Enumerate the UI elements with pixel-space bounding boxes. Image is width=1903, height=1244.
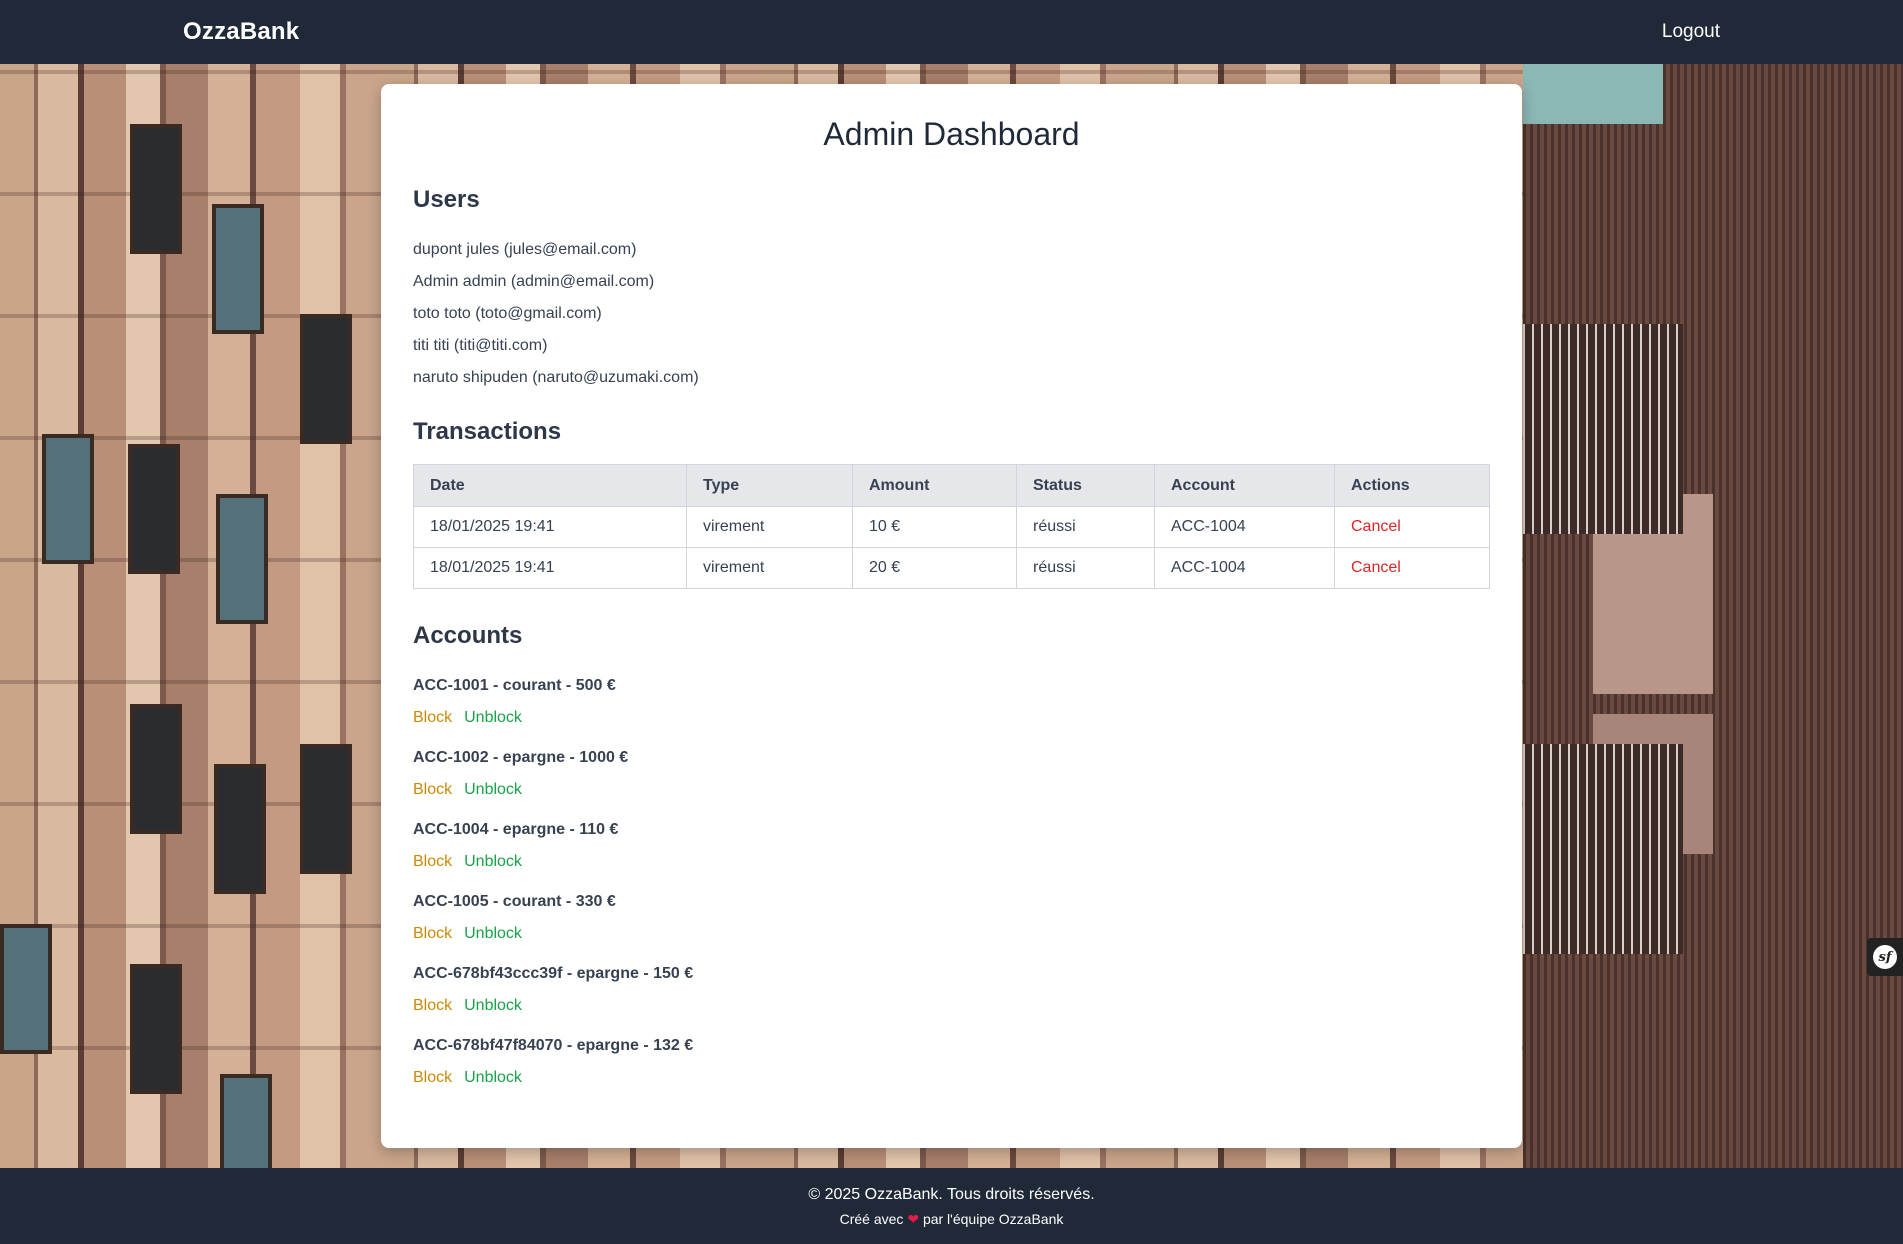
symfony-icon: sf <box>1873 945 1897 969</box>
user-list: dupont jules (jules@email.com) Admin adm… <box>413 234 699 394</box>
cell-date: 18/01/2025 19:41 <box>413 506 687 548</box>
cell-account: ACC-1004 <box>1154 506 1335 548</box>
account-item: ACC-1001 - courant - 500 € Block Unblock <box>413 670 693 742</box>
page-title: Admin Dashboard <box>823 116 1080 152</box>
symfony-toolbar-toggle[interactable]: sf <box>1867 938 1903 976</box>
cell-status: réussi <box>1016 547 1155 589</box>
brand-logo[interactable]: OzzaBank <box>183 18 299 46</box>
unblock-account-link[interactable]: Unblock <box>464 853 522 870</box>
accounts-heading: Accounts <box>413 622 523 649</box>
top-navbar: OzzaBank Logout <box>0 0 1903 64</box>
cell-amount: 20 € <box>852 547 1017 589</box>
column-header-date: Date <box>413 464 687 507</box>
block-account-link[interactable]: Block <box>413 925 452 942</box>
footer-credit-prefix: Créé avec <box>839 1211 904 1227</box>
column-header-actions: Actions <box>1334 464 1490 507</box>
table-row: 18/01/2025 19:41 virement 10 € réussi AC… <box>413 506 1490 548</box>
page-footer: © 2025 OzzaBank. Tous droits réservés. C… <box>0 1168 1903 1244</box>
account-item: ACC-1005 - courant - 330 € Block Unblock <box>413 886 693 958</box>
cell-actions: Cancel <box>1334 506 1490 548</box>
cell-type: virement <box>686 547 853 589</box>
users-heading: Users <box>413 186 480 213</box>
logout-link[interactable]: Logout <box>1662 21 1720 43</box>
transactions-heading: Transactions <box>413 418 562 445</box>
column-header-amount: Amount <box>852 464 1017 507</box>
cell-account: ACC-1004 <box>1154 547 1335 589</box>
footer-copyright: © 2025 OzzaBank. Tous droits réservés. <box>808 1186 1095 1203</box>
block-account-link[interactable]: Block <box>413 781 452 798</box>
cell-date: 18/01/2025 19:41 <box>413 547 687 589</box>
cell-status: réussi <box>1016 506 1155 548</box>
account-label: ACC-1001 - courant - 500 € <box>413 677 616 694</box>
cell-actions: Cancel <box>1334 547 1490 589</box>
user-item: Admin admin (admin@email.com) <box>413 273 655 290</box>
unblock-account-link[interactable]: Unblock <box>464 1069 522 1086</box>
user-item: toto toto (toto@gmail.com) <box>413 305 602 322</box>
account-item: ACC-678bf43ccc39f - epargne - 150 € Bloc… <box>413 958 693 1030</box>
unblock-account-link[interactable]: Unblock <box>464 709 522 726</box>
unblock-account-link[interactable]: Unblock <box>464 925 522 942</box>
user-item: naruto shipuden (naruto@uzumaki.com) <box>413 369 699 386</box>
account-item: ACC-678bf47f84070 - epargne - 132 € Bloc… <box>413 1030 693 1102</box>
block-account-link[interactable]: Block <box>413 853 452 870</box>
account-label: ACC-1002 - epargne - 1000 € <box>413 749 629 766</box>
account-label: ACC-678bf47f84070 - epargne - 132 € <box>413 1037 694 1054</box>
cancel-transaction-link[interactable]: Cancel <box>1351 518 1401 535</box>
cancel-transaction-link[interactable]: Cancel <box>1351 559 1401 576</box>
cell-type: virement <box>686 506 853 548</box>
block-account-link[interactable]: Block <box>413 709 452 726</box>
user-item: dupont jules (jules@email.com) <box>413 241 637 258</box>
cell-amount: 10 € <box>852 506 1017 548</box>
footer-credit: Créé avec ❤ par l'équipe OzzaBank <box>0 1211 1903 1228</box>
footer-credit-suffix: par l'équipe OzzaBank <box>922 1211 1064 1227</box>
heart-icon: ❤ <box>907 1211 920 1227</box>
block-account-link[interactable]: Block <box>413 1069 452 1086</box>
transactions-table: Date Type Amount Status Account Actions … <box>413 464 1490 589</box>
user-item: titi titi (titi@titi.com) <box>413 337 548 354</box>
account-label: ACC-1005 - courant - 330 € <box>413 893 616 910</box>
account-item: ACC-1002 - epargne - 1000 € Block Unblock <box>413 742 693 814</box>
admin-dashboard-card: Admin Dashboard Users dupont jules (jule… <box>381 84 1522 1148</box>
column-header-status: Status <box>1016 464 1155 507</box>
unblock-account-link[interactable]: Unblock <box>464 781 522 798</box>
block-account-link[interactable]: Block <box>413 997 452 1014</box>
account-label: ACC-678bf43ccc39f - epargne - 150 € <box>413 965 694 982</box>
table-header-row: Date Type Amount Status Account Actions <box>413 464 1490 507</box>
account-label: ACC-1004 - epargne - 110 € <box>413 821 619 838</box>
account-item: ACC-1004 - epargne - 110 € Block Unblock <box>413 814 693 886</box>
column-header-type: Type <box>686 464 853 507</box>
unblock-account-link[interactable]: Unblock <box>464 997 522 1014</box>
accounts-list: ACC-1001 - courant - 500 € Block Unblock … <box>413 670 693 1102</box>
column-header-account: Account <box>1154 464 1335 507</box>
table-row: 18/01/2025 19:41 virement 20 € réussi AC… <box>413 547 1490 589</box>
